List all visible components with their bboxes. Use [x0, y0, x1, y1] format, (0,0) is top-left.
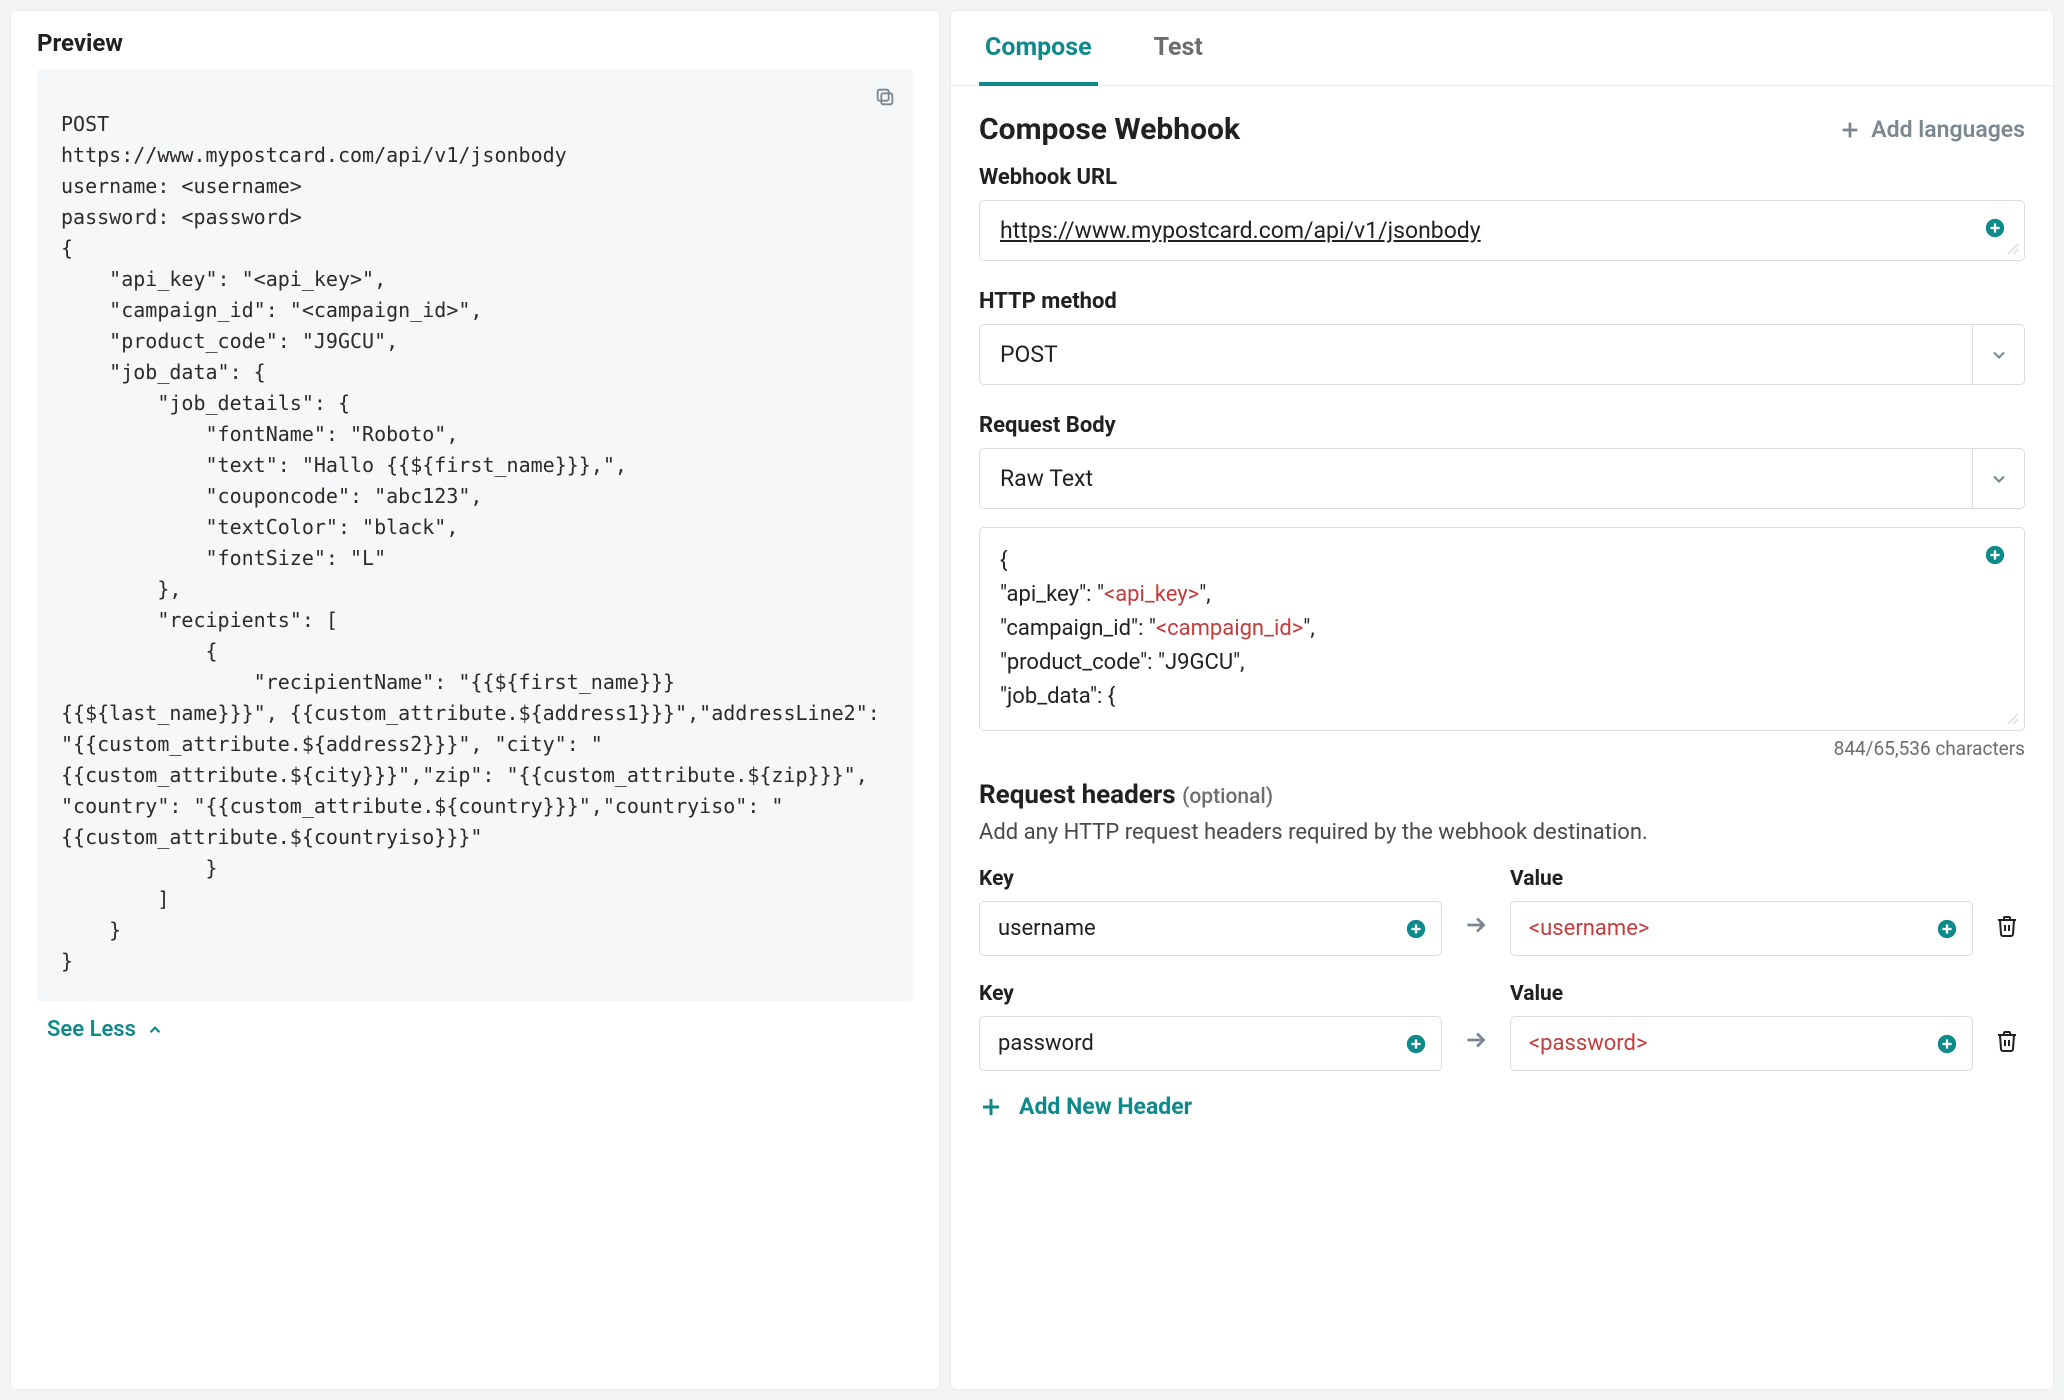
char-count: 844/65,536 characters [979, 737, 2025, 760]
arrow-right-icon [1458, 912, 1494, 956]
add-variable-icon[interactable] [1936, 1033, 1958, 1055]
http-method-value: POST [1000, 341, 1058, 368]
see-less-label: See Less [47, 1017, 136, 1042]
request-body-textarea[interactable]: { "api_key": "<api_key>", "campaign_id":… [979, 527, 2025, 731]
chevron-down-icon [1972, 325, 2024, 384]
preview-panel: Preview POST https://www.mypostcard.com/… [10, 10, 940, 1390]
add-new-header-label: Add New Header [1019, 1093, 1192, 1120]
request-body-group: Request Body Raw Text { "api_key": "<api… [979, 413, 2025, 760]
webhook-url-group: Webhook URL https://www.mypostcard.com/a… [979, 165, 2025, 261]
add-variable-icon[interactable] [1936, 918, 1958, 940]
compose-content: Compose Webhook Add languages Webhook UR… [951, 86, 2053, 1389]
http-method-select[interactable]: POST [979, 324, 2025, 385]
key-label: Key [979, 867, 1442, 891]
request-body-type-select[interactable]: Raw Text [979, 448, 2025, 509]
add-languages-label: Add languages [1871, 116, 2025, 143]
add-languages-button[interactable]: Add languages [1839, 116, 2025, 143]
header-value-input[interactable]: <password> [1510, 1016, 1973, 1071]
compose-panel: Compose Test Compose Webhook Add languag… [950, 10, 2054, 1390]
http-method-label: HTTP method [979, 289, 2025, 314]
request-headers-title-text: Request headers [979, 780, 1176, 810]
header-value-col: Value <password> [1510, 978, 1973, 1071]
request-body-label: Request Body [979, 413, 2025, 438]
webhook-composer: Preview POST https://www.mypostcard.com/… [0, 0, 2064, 1400]
header-key-input[interactable]: username [979, 901, 1442, 956]
copy-icon[interactable] [871, 83, 899, 111]
resize-handle-icon[interactable] [2006, 712, 2020, 726]
value-label: Value [1510, 867, 1973, 891]
header-value-value: <password> [1529, 1031, 1647, 1056]
key-label: Key [979, 982, 1442, 1006]
header-key-input[interactable]: password [979, 1016, 1442, 1071]
tab-compose[interactable]: Compose [979, 11, 1098, 86]
see-less-toggle[interactable]: See Less [11, 1011, 939, 1070]
http-method-group: HTTP method POST [979, 289, 2025, 385]
preview-body: POST https://www.mypostcard.com/api/v1/j… [37, 69, 913, 1001]
request-headers-desc: Add any HTTP request headers required by… [979, 820, 2025, 845]
add-variable-icon[interactable] [1405, 918, 1427, 940]
chevron-up-icon [146, 1021, 164, 1039]
add-variable-icon[interactable] [1405, 1033, 1427, 1055]
value-label: Value [1510, 982, 1973, 1006]
arrow-right-icon [1458, 1027, 1494, 1071]
request-body-type-value: Raw Text [1000, 465, 1093, 492]
delete-header-button[interactable] [1989, 1029, 2025, 1071]
header-value-col: Value <username> [1510, 863, 1973, 956]
add-variable-icon[interactable] [1984, 544, 2008, 568]
resize-handle-icon[interactable] [2006, 242, 2020, 256]
compose-title-row: Compose Webhook Add languages [979, 112, 2025, 147]
header-key-value: username [998, 916, 1096, 941]
chevron-down-icon [1972, 449, 2024, 508]
add-new-header-button[interactable]: Add New Header [979, 1093, 2025, 1120]
header-value-value: <username> [1529, 916, 1649, 941]
plus-icon [979, 1095, 1003, 1119]
header-key-col: Key username [979, 863, 1442, 956]
compose-title: Compose Webhook [979, 112, 1240, 147]
request-headers-title: Request headers (optional) [979, 780, 2025, 810]
tab-test[interactable]: Test [1148, 11, 1209, 86]
tab-bar: Compose Test [951, 11, 2053, 86]
plus-icon [1839, 119, 1861, 141]
header-key-col: Key password [979, 978, 1442, 1071]
webhook-url-input[interactable]: https://www.mypostcard.com/api/v1/jsonbo… [979, 200, 2025, 261]
optional-label: (optional) [1182, 785, 1273, 809]
webhook-url-label: Webhook URL [979, 165, 2025, 190]
add-variable-icon[interactable] [1984, 217, 2008, 241]
preview-code: POST https://www.mypostcard.com/api/v1/j… [61, 109, 889, 977]
webhook-url-value: https://www.mypostcard.com/api/v1/jsonbo… [1000, 217, 1481, 244]
header-row: Key username Value <username> [979, 863, 2025, 956]
header-key-value: password [998, 1031, 1094, 1056]
header-value-input[interactable]: <username> [1510, 901, 1973, 956]
preview-title: Preview [11, 11, 939, 69]
delete-header-button[interactable] [1989, 914, 2025, 956]
header-row: Key password Value <password> [979, 978, 2025, 1071]
